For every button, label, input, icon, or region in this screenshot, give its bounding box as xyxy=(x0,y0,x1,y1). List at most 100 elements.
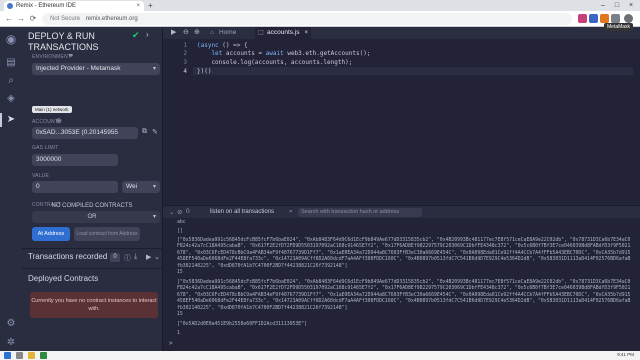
chevron-down-icon[interactable]: ⌄ xyxy=(154,253,160,261)
keyword: let xyxy=(197,50,223,57)
zoom-out-icon[interactable]: ⊖ xyxy=(183,28,189,36)
address-row: ← → ⟳ Not Secure remix.ethereum.org xyxy=(0,11,640,27)
load-address-input[interactable]: Load contract from Address xyxy=(74,227,140,241)
terminal-output: abc [] ["0x5836Dadea991c56845dcFcB85fcF7… xyxy=(163,218,640,360)
close-tab-icon[interactable]: × xyxy=(136,1,140,11)
solidity-compiler-icon[interactable]: ◈ xyxy=(5,93,17,105)
os-taskbar: 9:41 PM xyxy=(0,351,640,360)
chrome-icon[interactable] xyxy=(40,352,47,359)
extension-icon[interactable] xyxy=(589,14,598,23)
home-icon: ⌂ xyxy=(210,30,214,36)
browser-tab[interactable]: Remix - Ethereum IDE × xyxy=(4,1,144,11)
transactions-recorded-label[interactable]: Transactions recorded xyxy=(28,252,107,261)
account-select[interactable]: 0x5AD...3053E (0.20145955 xyxy=(32,127,138,139)
unit-select[interactable]: Wei ▾ xyxy=(122,181,160,193)
code-text: accounts = xyxy=(222,50,266,57)
search-icon: ⌕ xyxy=(289,208,293,215)
current-line-highlight xyxy=(193,67,633,75)
metamask-fox-icon[interactable] xyxy=(600,14,609,23)
code-editor[interactable]: 1 2 3 4 (async () => { let accounts = aw… xyxy=(163,39,640,205)
tab-title: Remix - Ethereum IDE xyxy=(16,3,77,9)
line-number: 2 xyxy=(183,50,187,57)
plug-icon: ⚭ xyxy=(68,53,74,60)
browser-chrome: Remix - Ethereum IDE × + – □ × ← → ⟳ Not… xyxy=(0,0,640,27)
transactions-count-badge: 0 xyxy=(110,253,120,262)
terminal-prompt[interactable]: > xyxy=(169,340,173,347)
tab-home[interactable]: ⌂ Home xyxy=(207,27,251,39)
divider xyxy=(22,248,163,249)
tab-accounts-js[interactable]: ⬚ accounts.js × xyxy=(255,27,311,39)
panel-title: DEPLOY & RUN TRANSACTIONS xyxy=(28,31,99,52)
play-icon[interactable]: ▶ xyxy=(171,28,176,36)
terminal-toolbar: ⌄ ⊘ 0 listen on all transactions ⌕ Searc… xyxy=(163,205,640,218)
profile-avatar[interactable] xyxy=(624,14,633,23)
start-icon[interactable] xyxy=(4,352,11,359)
keyword: (async xyxy=(197,42,219,49)
remix-logo-icon[interactable]: ◉ xyxy=(5,33,17,45)
url-bar[interactable]: Not Secure remix.ethereum.org xyxy=(42,13,572,25)
chevron-down-icon[interactable]: ⌄ xyxy=(169,208,174,216)
search-icon[interactable] xyxy=(16,352,23,359)
terminal-line: [] xyxy=(177,229,183,234)
info-icon: ⓘ xyxy=(124,255,131,262)
settings-icon[interactable]: ✲ xyxy=(5,337,17,349)
at-address-button[interactable]: At Address xyxy=(32,227,70,241)
check-icon: ✔ xyxy=(132,30,140,40)
code-line: console.log(accounts, accounts.length); xyxy=(197,59,353,66)
chevron-right-icon[interactable]: › xyxy=(146,30,149,39)
or-text: OR xyxy=(87,214,97,220)
save-icon[interactable]: ⤓ xyxy=(134,253,137,261)
listen-label: listen on all transactions xyxy=(210,209,275,215)
maximize-button[interactable]: □ xyxy=(610,0,624,11)
value-input[interactable]: 0 xyxy=(32,181,118,193)
code-line: (async () => { xyxy=(197,42,248,49)
back-button[interactable]: ← xyxy=(4,14,14,24)
terminal-line: ["0x5AD2d0E0a451E9b2558e60FF1D2Acd311130… xyxy=(177,322,307,327)
terminal-line: 15 xyxy=(177,312,183,317)
file-explorer-icon[interactable]: ▤ xyxy=(5,57,17,69)
extensions-puzzle-icon[interactable] xyxy=(611,14,620,23)
play-icon[interactable]: ▶ xyxy=(146,253,151,261)
divider xyxy=(22,268,163,269)
zoom-in-icon[interactable]: ⊕ xyxy=(194,28,200,36)
keyword: await xyxy=(265,50,284,57)
clear-console-icon[interactable]: ⊘ xyxy=(177,208,182,216)
terminal-search-input[interactable]: Search with transaction hash or address xyxy=(298,208,422,217)
clock: 9:41 PM xyxy=(617,352,634,357)
edit-icon[interactable]: ✎ xyxy=(152,128,158,136)
no-instances-warning: Currently you have no contract instances… xyxy=(30,292,158,318)
minimize-button[interactable]: – xyxy=(596,0,610,11)
terminal-line: 15 xyxy=(177,270,183,275)
copy-icon[interactable]: ⧉ xyxy=(142,128,147,136)
plugin-manager-icon[interactable]: ⚙ xyxy=(5,318,17,330)
unit-value: Wei xyxy=(126,183,138,190)
environment-value: Injected Provider - Metamask xyxy=(36,65,121,72)
code-text: () => { xyxy=(218,42,248,49)
line-number: 3 xyxy=(183,59,187,66)
account-label: ACCOUNT xyxy=(32,119,59,125)
code-line: })() xyxy=(197,68,212,75)
search-icon[interactable]: ⌕ xyxy=(5,75,17,87)
chevron-down-icon: ▾ xyxy=(152,184,156,190)
environment-select[interactable]: Injected Provider - Metamask ▾ xyxy=(32,63,160,75)
deploy-run-icon[interactable]: ➤ xyxy=(5,114,17,126)
close-icon[interactable]: × xyxy=(304,27,308,39)
close-window-button[interactable]: × xyxy=(624,0,638,11)
forward-button[interactable]: → xyxy=(16,14,26,24)
reload-button[interactable]: ⟳ xyxy=(28,14,38,24)
account-value: 0x5AD...3053E (0.20145955 xyxy=(36,129,119,136)
terminal-line: abc xyxy=(177,220,186,225)
new-tab-button[interactable]: + xyxy=(148,1,153,11)
code-text: web3.eth.getAccounts(); xyxy=(283,50,371,57)
pending-count: 0 xyxy=(186,208,190,215)
file-manager-icon[interactable] xyxy=(28,352,35,359)
security-indicator[interactable]: Not Secure xyxy=(50,16,80,22)
terminal-line: 1 xyxy=(177,331,180,336)
chevron-down-icon: ▾ xyxy=(152,66,156,72)
js-file-icon: ⬚ xyxy=(258,30,264,36)
network-badge: Main (1) network xyxy=(32,106,72,113)
extension-icon[interactable] xyxy=(578,14,587,23)
add-account-icon[interactable]: ⊕ xyxy=(56,117,62,125)
line-number: 4 xyxy=(183,68,187,75)
gas-limit-input[interactable]: 3000000 xyxy=(32,154,118,166)
